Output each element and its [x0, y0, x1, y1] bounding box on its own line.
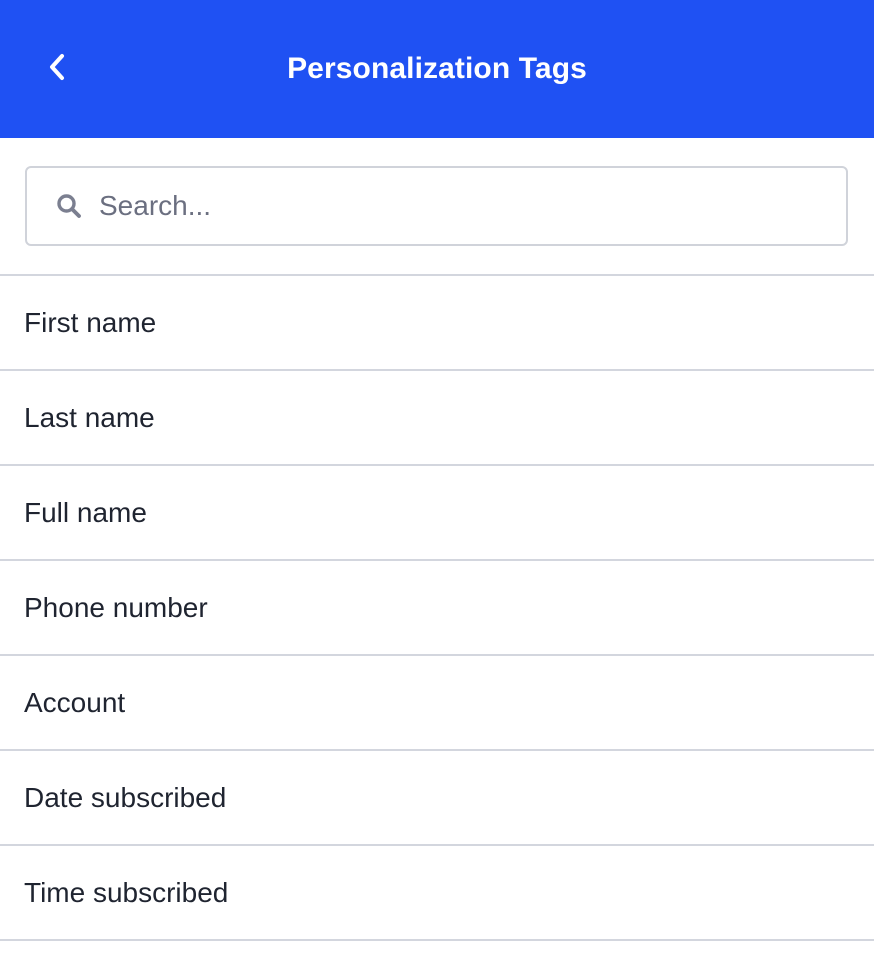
- tag-label: Time subscribed: [24, 876, 229, 908]
- personalization-tags-panel: Personalization Tags First name Last nam…: [0, 0, 874, 962]
- tag-label: Last name: [24, 401, 155, 433]
- list-item[interactable]: Full name: [0, 466, 874, 561]
- search-section: [0, 138, 874, 276]
- chevron-left-icon: [47, 53, 67, 81]
- list-item[interactable]: Account: [0, 656, 874, 751]
- header-bar: Personalization Tags: [0, 0, 874, 138]
- tag-list: First name Last name Full name Phone num…: [0, 276, 874, 941]
- back-button[interactable]: [36, 46, 78, 88]
- search-input[interactable]: [99, 190, 799, 222]
- list-item[interactable]: Date subscribed: [0, 751, 874, 846]
- list-item[interactable]: Phone number: [0, 561, 874, 656]
- list-item[interactable]: Time subscribed: [0, 846, 874, 941]
- list-item[interactable]: First name: [0, 276, 874, 371]
- search-icon: [55, 192, 83, 220]
- page-title: Personalization Tags: [287, 52, 587, 85]
- tag-label: Account: [24, 686, 126, 718]
- tag-label: Full name: [24, 496, 147, 528]
- search-box[interactable]: [25, 166, 848, 246]
- tag-label: First name: [24, 306, 157, 338]
- tag-label: Date subscribed: [24, 781, 227, 813]
- list-item[interactable]: Last name: [0, 371, 874, 466]
- tag-label: Phone number: [24, 591, 208, 623]
